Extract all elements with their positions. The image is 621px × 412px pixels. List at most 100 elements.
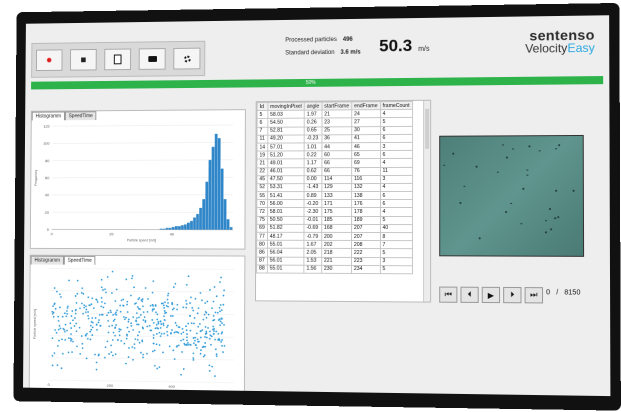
- scatter-point: [58, 293, 61, 296]
- column-header[interactable]: Id: [257, 102, 268, 111]
- table-cell: 0.26: [304, 118, 322, 127]
- column-header[interactable]: endFrame: [351, 101, 381, 111]
- scatter-point: [171, 315, 174, 317]
- tab-histogramm[interactable]: Histogramm: [30, 255, 64, 265]
- scatter-point: [53, 302, 56, 305]
- table-cell: 44: [321, 142, 352, 151]
- scatter-point: [153, 364, 156, 367]
- scatter-point: [151, 319, 154, 321]
- scatter-point: [131, 346, 134, 349]
- scatter-point: [173, 358, 176, 361]
- stop-button[interactable]: ■: [69, 48, 97, 71]
- table-cell: 11: [380, 166, 413, 176]
- table-row[interactable]: 69 51.82 -0.69 168 207 40: [256, 224, 413, 233]
- skip-to-end-button[interactable]: ⏭: [524, 287, 544, 304]
- scatter-point: [166, 326, 168, 329]
- table-cell: 175: [321, 207, 352, 217]
- open-folder-button[interactable]: [138, 48, 166, 70]
- toolbar: ● ■: [31, 40, 206, 78]
- tab-speedtime[interactable]: SpeedTime: [64, 111, 97, 121]
- table-row[interactable]: 55 51.41 0.89 133 138 6: [256, 191, 413, 200]
- scatter-point: [157, 322, 160, 325]
- table-row[interactable]: 45 47.50 0.00 114 116 3: [256, 175, 413, 184]
- histogram-bar: [226, 219, 230, 230]
- table-row[interactable]: 88 55.01 1.56 230 234 5: [256, 264, 413, 274]
- scatter-point: [156, 318, 159, 321]
- scatter-point: [107, 311, 110, 314]
- file-icon: [113, 54, 122, 65]
- scatter-point: [219, 320, 222, 323]
- particle-table: Id movingInPixel angle startFrame endFrame fr…: [255, 99, 432, 303]
- scatter-point: [174, 282, 177, 285]
- scatter-point: [143, 316, 146, 319]
- column-header[interactable]: movingInPixel: [267, 102, 305, 111]
- scatter-point: [187, 342, 189, 344]
- table-cell: -0.23: [304, 134, 322, 143]
- table-cell: 45: [256, 175, 268, 184]
- table-cell: 30: [351, 126, 381, 135]
- table-cell: 1.56: [303, 264, 322, 274]
- scatter-point: [71, 310, 74, 312]
- scatter-point: [104, 302, 106, 305]
- table-cell: 22: [256, 167, 268, 176]
- skip-start-icon: ⏮: [444, 289, 452, 299]
- scatter-point: [57, 320, 60, 322]
- scatter-point: [101, 301, 103, 303]
- table-row[interactable]: 72 58.01 -2.30 175 178 4: [256, 207, 413, 217]
- scatter-point: [111, 324, 114, 327]
- table-cell: 208: [351, 240, 380, 249]
- table-cell: 1.67: [303, 240, 322, 249]
- scatter-point: [98, 313, 101, 316]
- skip-to-start-button[interactable]: ⏮: [439, 286, 458, 303]
- column-header[interactable]: frameCount: [380, 101, 413, 110]
- scatter-point: [118, 330, 121, 333]
- column-header[interactable]: angle: [304, 102, 322, 111]
- tab-speedtime[interactable]: SpeedTime: [63, 255, 96, 265]
- settings-button[interactable]: [173, 47, 201, 70]
- scatter-point: [115, 311, 117, 314]
- scatter-point: [193, 317, 196, 319]
- column-header[interactable]: startFrame: [321, 101, 352, 111]
- table-cell: 36: [321, 134, 352, 143]
- play-button[interactable]: ▶: [481, 286, 501, 304]
- table-row[interactable]: 70 56.00 -0.20 171 176 6: [256, 199, 413, 208]
- scatter-point: [192, 309, 195, 312]
- frame-counter: 0 / 8150: [546, 289, 580, 296]
- scatter-point: [172, 286, 175, 288]
- scatter-point: [152, 321, 155, 324]
- x-tick-label: 400: [168, 384, 175, 389]
- scatter-point: [94, 317, 97, 319]
- scatter-point: [111, 292, 113, 294]
- scatter-point: [182, 331, 185, 334]
- scrollbar-thumb[interactable]: [425, 108, 430, 149]
- scatter-point: [65, 315, 68, 318]
- tab-histogramm[interactable]: Histogramm: [31, 111, 65, 121]
- table-cell: 168: [321, 224, 352, 233]
- record-button[interactable]: ●: [35, 49, 63, 72]
- scatter-point: [204, 326, 207, 328]
- scatter-point: [203, 354, 206, 356]
- particle-dot: [502, 144, 505, 146]
- scatter-point: [222, 294, 225, 297]
- scatter-point: [74, 312, 77, 315]
- scatter-point: [163, 319, 166, 322]
- scatter-point: [190, 322, 193, 325]
- table-scrollbar[interactable]: [423, 100, 431, 302]
- table-row[interactable]: 52 53.31 -1.43 129 132 4: [256, 183, 413, 192]
- scatter-point: [166, 298, 169, 301]
- table-cell: 3: [379, 257, 413, 266]
- scatter-point: [119, 304, 122, 307]
- particle-dot: [538, 150, 541, 152]
- scatter-point: [90, 328, 93, 331]
- table-row[interactable]: 75 50.50 -0.01 185 189 5: [256, 216, 413, 225]
- particle-dot: [511, 148, 514, 150]
- scatter-point: [130, 324, 133, 327]
- scatter-point: [98, 319, 100, 321]
- new-file-button[interactable]: [104, 48, 132, 71]
- table-cell: 133: [321, 191, 352, 200]
- step-forward-button[interactable]: ⏵: [503, 286, 522, 304]
- scatter-point: [208, 337, 211, 340]
- step-back-button[interactable]: ⏴: [460, 286, 479, 303]
- scatter-point: [90, 303, 93, 306]
- scatter-point: [125, 362, 127, 365]
